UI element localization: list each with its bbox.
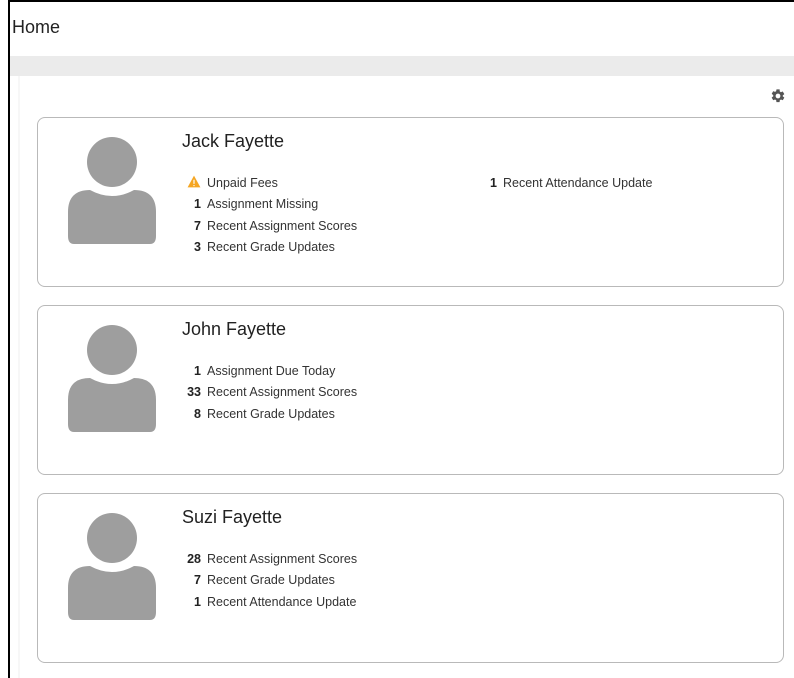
item-label[interactable]: Recent Assignment Scores xyxy=(207,385,357,399)
item-count: 28 xyxy=(187,551,201,566)
avatar-icon xyxy=(68,325,156,432)
item-label[interactable]: Recent Grade Updates xyxy=(207,573,335,587)
gear-icon[interactable] xyxy=(770,88,786,104)
list-item[interactable]: 33 Recent Assignment Scores xyxy=(182,382,482,404)
item-count: 33 xyxy=(187,385,201,400)
item-count: 1 xyxy=(194,594,201,609)
item-label[interactable]: Unpaid Fees xyxy=(207,176,278,190)
item-label[interactable]: Recent Attendance Update xyxy=(503,176,652,190)
list-item[interactable]: 7 Recent Assignment Scores xyxy=(182,215,482,237)
avatar-icon xyxy=(68,513,156,620)
item-count: 3 xyxy=(194,240,201,255)
avatar-icon xyxy=(68,137,156,244)
list-item[interactable]: Unpaid Fees xyxy=(182,172,482,194)
header-divider xyxy=(10,56,794,76)
item-count: 1 xyxy=(194,197,201,212)
list-item[interactable]: 1 Recent Attendance Update xyxy=(478,172,778,194)
list-item[interactable]: 8 Recent Grade Updates xyxy=(182,403,482,425)
item-label[interactable]: Assignment Missing xyxy=(207,197,318,211)
notification-list: 28 Recent Assignment Scores 7 Recent Gra… xyxy=(182,548,482,613)
item-count: 7 xyxy=(194,573,201,588)
list-item[interactable]: 1 Assignment Due Today xyxy=(182,360,482,382)
student-name[interactable]: Jack Fayette xyxy=(182,131,284,152)
list-item[interactable]: 7 Recent Grade Updates xyxy=(182,570,482,592)
student-name[interactable]: Suzi Fayette xyxy=(182,507,282,528)
main-content: Jack Fayette Unpaid Fees 1 Assignment Mi… xyxy=(18,76,794,678)
app-frame: Home Jack Fayette Unpaid Fees 1 Assignme… xyxy=(8,0,794,678)
item-label[interactable]: Assignment Due Today xyxy=(207,364,335,378)
list-item[interactable]: 28 Recent Assignment Scores xyxy=(182,548,482,570)
notification-list-col2: 1 Recent Attendance Update xyxy=(478,172,778,194)
student-name[interactable]: John Fayette xyxy=(182,319,286,340)
page-title: Home xyxy=(12,17,61,37)
item-count: 1 xyxy=(194,363,201,378)
student-card-john[interactable]: John Fayette 1 Assignment Due Today 33 R… xyxy=(37,305,784,475)
item-label[interactable]: Recent Grade Updates xyxy=(207,240,335,254)
item-label[interactable]: Recent Attendance Update xyxy=(207,595,356,609)
header-bar: Home xyxy=(10,2,794,54)
list-item[interactable]: 1 Assignment Missing xyxy=(182,194,482,216)
list-item[interactable]: 3 Recent Grade Updates xyxy=(182,237,482,259)
item-label[interactable]: Recent Grade Updates xyxy=(207,407,335,421)
notification-list: 1 Assignment Due Today 33 Recent Assignm… xyxy=(182,360,482,425)
item-label[interactable]: Recent Assignment Scores xyxy=(207,552,357,566)
item-count: 8 xyxy=(194,406,201,421)
content-panel: Jack Fayette Unpaid Fees 1 Assignment Mi… xyxy=(20,76,794,678)
item-count: 1 xyxy=(490,175,497,190)
notification-list: Unpaid Fees 1 Assignment Missing 7 Recen… xyxy=(182,172,482,258)
list-item[interactable]: 1 Recent Attendance Update xyxy=(182,591,482,613)
student-card-suzi[interactable]: Suzi Fayette 28 Recent Assignment Scores… xyxy=(37,493,784,663)
student-card-jack[interactable]: Jack Fayette Unpaid Fees 1 Assignment Mi… xyxy=(37,117,784,287)
item-label[interactable]: Recent Assignment Scores xyxy=(207,219,357,233)
item-count: 7 xyxy=(194,218,201,233)
warning-icon xyxy=(182,175,207,191)
